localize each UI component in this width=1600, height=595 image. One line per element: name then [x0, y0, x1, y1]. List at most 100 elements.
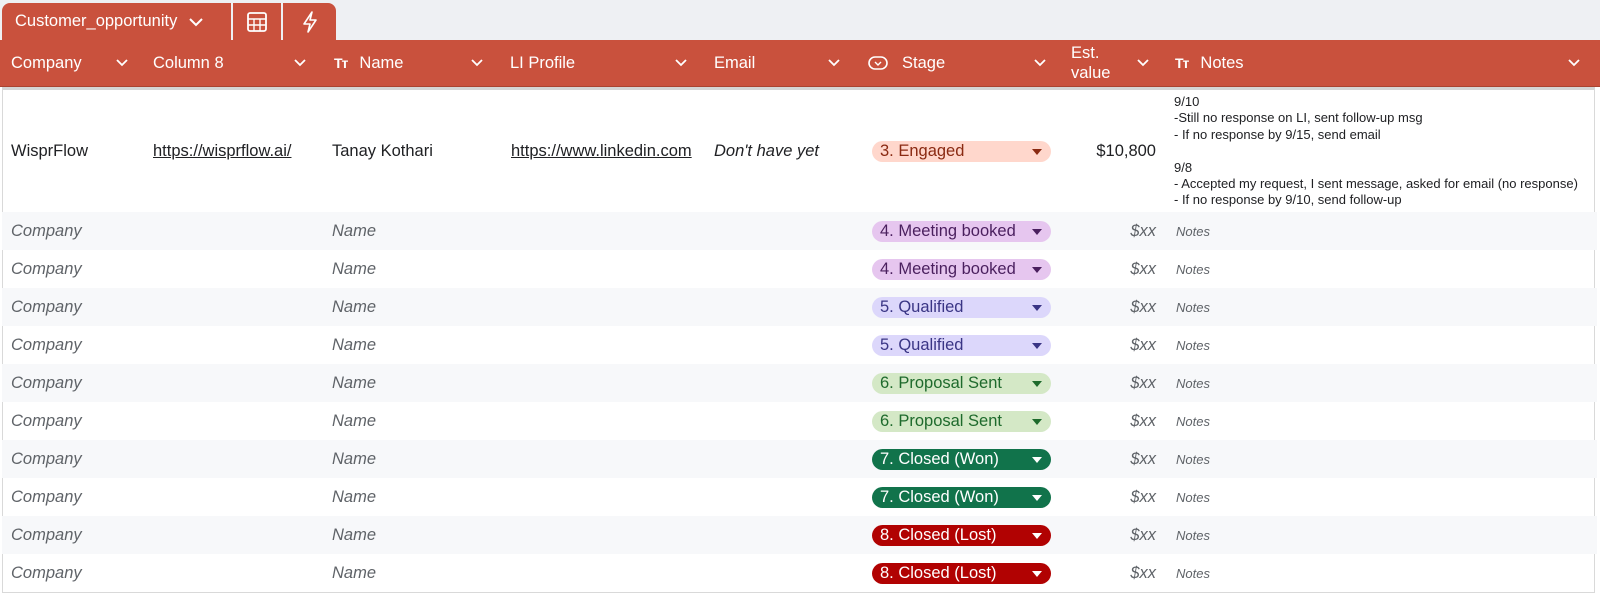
caret-down-icon — [1032, 305, 1042, 311]
table-row: Company Name 7. Closed (Won) $xx Notes — [2, 440, 1597, 478]
column-header-company[interactable]: Company — [11, 40, 151, 86]
name-cell[interactable]: Name — [332, 326, 376, 364]
table-row: Company Name 8. Closed (Lost) $xx Notes — [2, 554, 1597, 592]
notes-cell[interactable]: Notes — [1176, 364, 1210, 402]
sheet-tab-name: Customer_opportunity — [15, 12, 178, 30]
chevron-down-icon[interactable] — [827, 55, 841, 69]
column-header-est-value[interactable]: Est. value — [1071, 40, 1171, 86]
chevron-down-icon[interactable] — [189, 18, 204, 27]
chevron-down-icon[interactable] — [470, 55, 484, 69]
company-cell[interactable]: Company — [11, 250, 82, 288]
notes-cell[interactable]: Notes — [1176, 478, 1210, 516]
notes-cell[interactable]: Notes — [1176, 402, 1210, 440]
website-link[interactable]: https://wisprflow.ai/ — [153, 90, 291, 212]
column-header-notes[interactable]: Tт Notes — [1175, 40, 1585, 86]
stage-chip[interactable]: 5. Qualified — [872, 297, 1051, 318]
est-value-cell[interactable]: $xx — [1062, 440, 1156, 478]
text-type-icon: Tт — [1175, 55, 1189, 71]
est-value-cell[interactable]: $xx — [1062, 326, 1156, 364]
stage-chip[interactable]: 4. Meeting booked — [872, 259, 1051, 280]
company-cell[interactable]: Company — [11, 478, 82, 516]
linkedin-link[interactable]: https://www.linkedin.com — [511, 90, 692, 212]
est-value-cell[interactable]: $xx — [1062, 212, 1156, 250]
company-cell[interactable]: Company — [11, 402, 82, 440]
table-row: Company Name 5. Qualified $xx Notes — [2, 326, 1597, 364]
chevron-down-icon[interactable] — [1033, 55, 1047, 69]
company-cell[interactable]: Company — [11, 288, 82, 326]
est-value-cell[interactable]: $xx — [1062, 554, 1156, 592]
notes-cell[interactable]: Notes — [1176, 326, 1210, 364]
table-row: Company Name 5. Qualified $xx Notes — [2, 288, 1597, 326]
est-value-cell[interactable]: $xx — [1062, 364, 1156, 402]
table-grid-icon — [247, 11, 267, 32]
chevron-down-icon[interactable] — [293, 55, 307, 69]
est-value-cell[interactable]: $10,800 — [1062, 90, 1156, 212]
caret-down-icon — [1032, 381, 1042, 387]
email-cell[interactable]: Don't have yet — [714, 90, 819, 212]
stage-chip[interactable]: 6. Proposal Sent — [872, 373, 1051, 394]
name-cell[interactable]: Name — [332, 402, 376, 440]
company-cell[interactable]: Company — [11, 554, 82, 592]
table-view-button[interactable] — [233, 3, 281, 40]
chevron-down-icon[interactable] — [1136, 55, 1150, 69]
company-cell[interactable]: Company — [11, 364, 82, 402]
stage-chip[interactable]: 5. Qualified — [872, 335, 1051, 356]
column-header-email[interactable]: Email — [714, 40, 854, 86]
notes-cell[interactable]: 9/10 -Still no response on LI, sent foll… — [1174, 94, 1594, 209]
table-row: Company Name 8. Closed (Lost) $xx Notes — [2, 516, 1597, 554]
column-header-name[interactable]: Tт Name — [334, 40, 494, 86]
sheet-tab-customer-opportunity[interactable]: Customer_opportunity — [2, 3, 231, 40]
stage-chip[interactable]: 4. Meeting booked — [872, 221, 1051, 242]
dropdown-chip-icon — [868, 56, 888, 70]
name-cell[interactable]: Name — [332, 440, 376, 478]
column-header-row: Company Column 8 Tт Name LI Profile Emai… — [0, 40, 1600, 87]
column-header-li-profile[interactable]: LI Profile — [510, 40, 700, 86]
est-value-cell[interactable]: $xx — [1062, 288, 1156, 326]
chevron-down-icon[interactable] — [674, 55, 688, 69]
lightning-bolt-icon — [302, 10, 317, 33]
company-cell[interactable]: Company — [11, 440, 82, 478]
stage-chip[interactable]: 7. Closed (Won) — [872, 449, 1051, 470]
caret-down-icon — [1032, 571, 1042, 577]
table-row: Company Name 4. Meeting booked $xx Notes — [2, 250, 1597, 288]
caret-down-icon — [1032, 419, 1042, 425]
notes-cell[interactable]: Notes — [1176, 288, 1210, 326]
notes-cell[interactable]: Notes — [1176, 440, 1210, 478]
est-value-cell[interactable]: $xx — [1062, 478, 1156, 516]
name-cell[interactable]: Name — [332, 364, 376, 402]
stage-chip[interactable]: 8. Closed (Lost) — [872, 563, 1051, 584]
company-cell[interactable]: WisprFlow — [11, 90, 88, 212]
company-cell[interactable]: Company — [11, 516, 82, 554]
company-cell[interactable]: Company — [11, 212, 82, 250]
column-header-column8[interactable]: Column 8 — [153, 40, 313, 86]
name-cell[interactable]: Name — [332, 250, 376, 288]
name-cell[interactable]: Name — [332, 288, 376, 326]
notes-cell[interactable]: Notes — [1176, 554, 1210, 592]
notes-cell[interactable]: Notes — [1176, 516, 1210, 554]
text-type-icon: Tт — [334, 55, 348, 71]
chevron-down-icon[interactable] — [115, 55, 129, 69]
name-cell[interactable]: Name — [332, 212, 376, 250]
est-value-cell[interactable]: $xx — [1062, 402, 1156, 440]
stage-chip[interactable]: 6. Proposal Sent — [872, 411, 1051, 432]
stage-chip[interactable]: 7. Closed (Won) — [872, 487, 1051, 508]
name-cell[interactable]: Name — [332, 478, 376, 516]
table-row: Company Name 6. Proposal Sent $xx Notes — [2, 364, 1597, 402]
company-cell[interactable]: Company — [11, 326, 82, 364]
stage-chip[interactable]: 3. Engaged — [872, 141, 1051, 162]
name-cell[interactable]: Name — [332, 554, 376, 592]
est-value-cell[interactable]: $xx — [1062, 516, 1156, 554]
notes-cell[interactable]: Notes — [1176, 212, 1210, 250]
sheet-tab-bar: Customer_opportunity — [0, 0, 1600, 40]
notes-cell[interactable]: Notes — [1176, 250, 1210, 288]
name-cell[interactable]: Name — [332, 516, 376, 554]
caret-down-icon — [1032, 343, 1042, 349]
column-header-stage[interactable]: Stage — [868, 40, 1048, 86]
est-value-cell[interactable]: $xx — [1062, 250, 1156, 288]
caret-down-icon — [1032, 533, 1042, 539]
table-row: Company Name 7. Closed (Won) $xx Notes — [2, 478, 1597, 516]
automation-button[interactable] — [283, 3, 336, 40]
name-cell[interactable]: Tanay Kothari — [332, 90, 433, 212]
chevron-down-icon[interactable] — [1567, 55, 1581, 69]
stage-chip[interactable]: 8. Closed (Lost) — [872, 525, 1051, 546]
